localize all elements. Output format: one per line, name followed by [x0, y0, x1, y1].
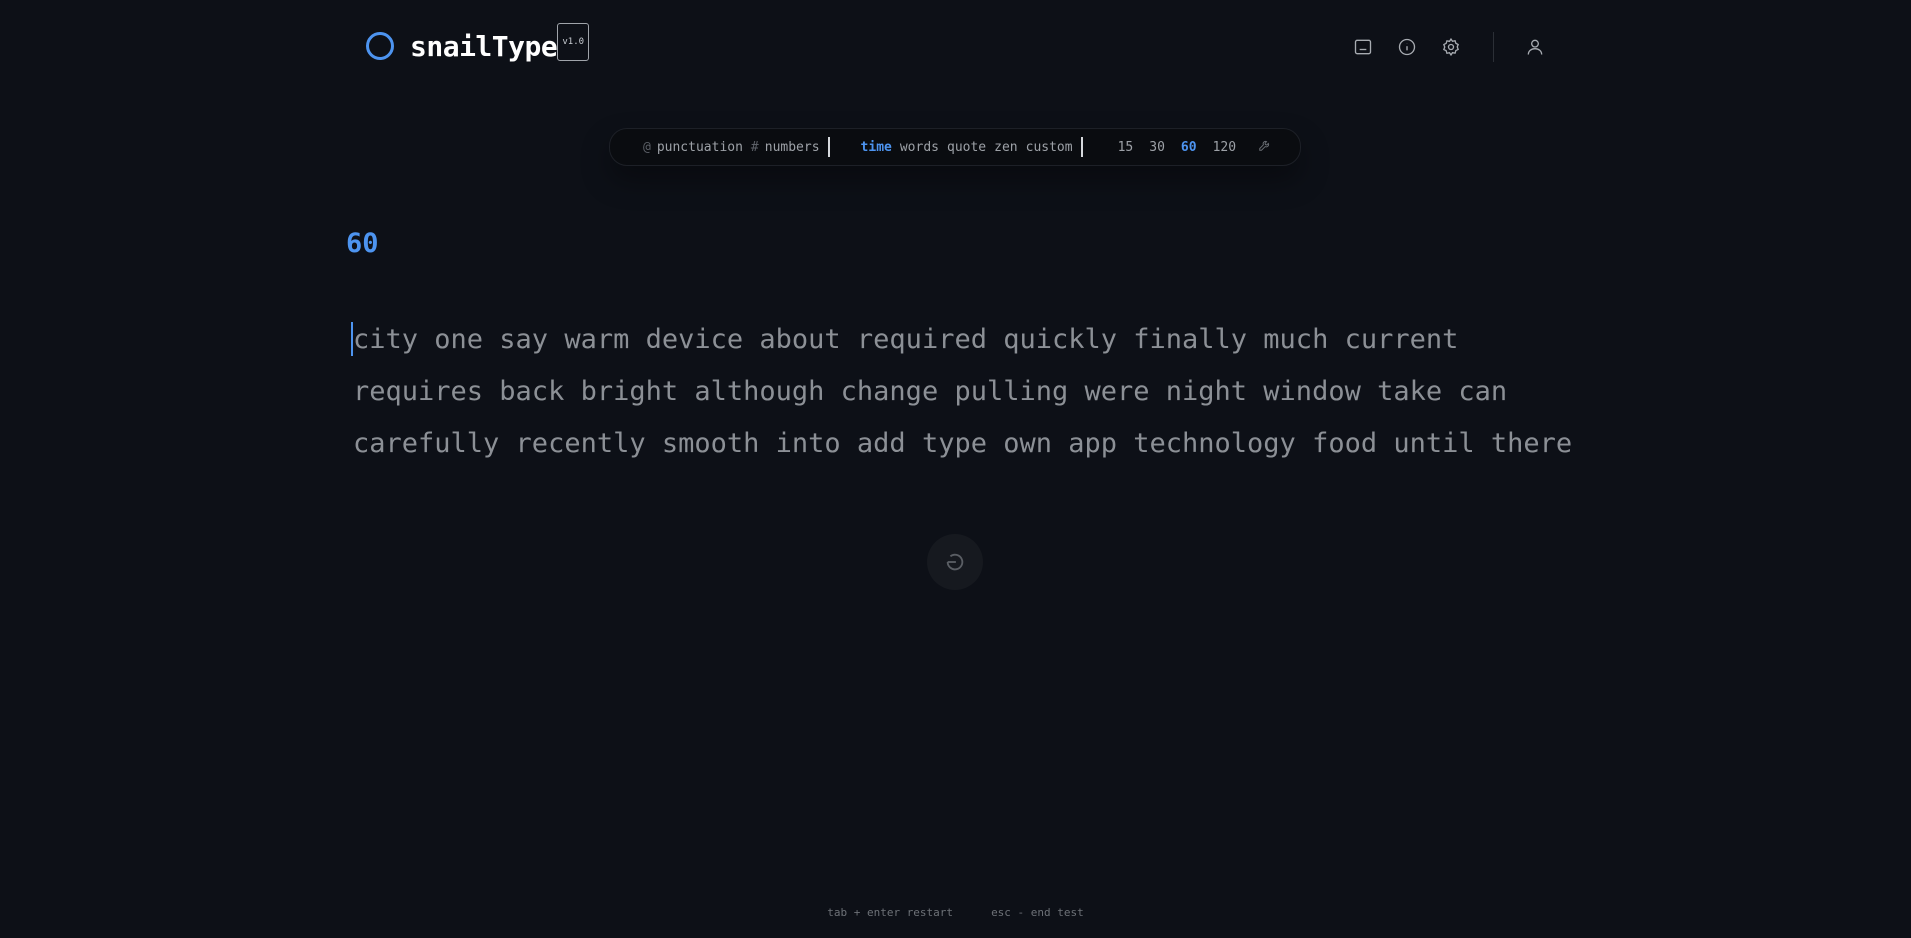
hash-symbol-icon: # [750, 139, 759, 155]
mode-quote[interactable]: quote [947, 140, 986, 155]
word-line: carefully recently smooth into add type … [353, 428, 1573, 459]
logo[interactable]: snailType v1.0 [366, 23, 590, 68]
duration-30[interactable]: 30 [1149, 140, 1165, 155]
user-icon[interactable] [1524, 36, 1546, 58]
mode-zen[interactable]: zen [994, 140, 1017, 155]
mode-words[interactable]: words [900, 140, 939, 155]
logo-text: snailType [410, 29, 558, 63]
logo-circle-icon [366, 32, 394, 60]
punctuation-label: punctuation [656, 139, 743, 155]
test-config-bar: @ punctuation # numbers time words quote z… [609, 128, 1301, 166]
typing-test-page: snailType v1.0 @ punctuation # numbers tim… [0, 0, 1911, 938]
config-separator [1080, 137, 1083, 157]
restart-hint: tab + enter restart [827, 906, 954, 919]
header-nav [1352, 32, 1546, 62]
at-symbol-icon: @ [643, 139, 651, 155]
timer-countdown: 60 [346, 228, 379, 259]
config-separator [827, 137, 830, 157]
duration-15[interactable]: 15 [1118, 140, 1134, 155]
mode-time[interactable]: time [861, 140, 892, 155]
info-icon[interactable] [1396, 36, 1418, 58]
version-badge: v1.0 [557, 23, 590, 61]
duration-60[interactable]: 60 [1181, 140, 1197, 155]
word-list[interactable]: city one say warm device about required … [353, 314, 1573, 470]
keyboard-hints: tab + enter restart esc - end test [0, 906, 1911, 919]
header-divider [1493, 32, 1494, 62]
numbers-toggle[interactable]: # numbers [751, 140, 820, 155]
restart-icon [946, 553, 964, 571]
restart-button[interactable] [927, 534, 983, 590]
word-line: requires back bright although change pul… [353, 376, 1508, 407]
word-line: city one say warm device about required … [353, 324, 1459, 355]
keyboard-icon[interactable] [1352, 36, 1374, 58]
duration-120[interactable]: 120 [1213, 140, 1236, 155]
numbers-label: numbers [764, 139, 820, 155]
end-test-hint: esc - end test [991, 906, 1084, 919]
mode-custom[interactable]: custom [1026, 140, 1073, 155]
punctuation-toggle[interactable]: @ punctuation [643, 140, 743, 155]
settings-icon[interactable] [1440, 36, 1462, 58]
custom-duration-wrench-icon[interactable] [1258, 138, 1272, 156]
